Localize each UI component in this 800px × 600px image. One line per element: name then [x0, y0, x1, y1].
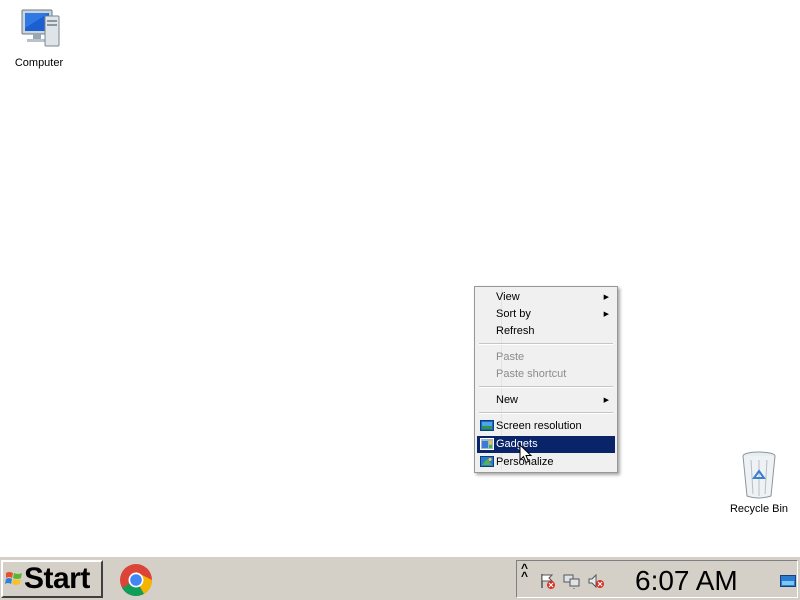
- recycle-bin-icon: [742, 451, 776, 499]
- mouse-cursor-icon: [519, 444, 533, 464]
- menu-item-personalize[interactable]: Personalize: [477, 454, 615, 471]
- menu-item-screen-resolution[interactable]: Screen resolution: [477, 418, 615, 435]
- desktop-context-menu: View ▶ Sort by ▶ Refresh Paste Paste sho…: [474, 286, 618, 473]
- menu-separator: [479, 343, 613, 345]
- menu-item-paste[interactable]: Paste: [477, 349, 615, 366]
- gadgets-icon: [480, 438, 494, 450]
- start-button[interactable]: Start: [1, 560, 103, 598]
- menu-item-label: Screen resolution: [496, 420, 582, 432]
- menu-item-label: Paste: [496, 351, 525, 363]
- desktop-icon-label: Recycle Bin: [729, 503, 789, 515]
- submenu-arrow-icon: ▶: [603, 294, 609, 301]
- menu-item-label: Paste shortcut: [496, 368, 567, 380]
- menu-item-label: Sort by: [496, 308, 531, 320]
- menu-item-label: View: [496, 291, 520, 303]
- submenu-arrow-icon: ▶: [603, 311, 609, 318]
- start-label: Start: [24, 562, 90, 595]
- desktop-icon-computer[interactable]: Computer: [4, 8, 74, 69]
- personalize-icon: [480, 456, 494, 467]
- volume-icon[interactable]: [587, 572, 605, 590]
- windows-logo-icon: [5, 572, 22, 585]
- menu-item-gadgets[interactable]: Gadgets: [477, 436, 615, 453]
- system-tray: ^ ^ 6:07 AM: [516, 560, 798, 598]
- menu-item-label: Refresh: [496, 325, 535, 337]
- menu-item-view[interactable]: View ▶: [477, 289, 615, 306]
- screen-resolution-icon: [480, 420, 494, 431]
- menu-item-label: New: [496, 394, 519, 406]
- desktop-icon-recycle-bin[interactable]: Recycle Bin: [724, 450, 794, 515]
- menu-item-new[interactable]: New ▶: [477, 392, 615, 409]
- taskbar-clock[interactable]: 6:07 AM: [635, 565, 738, 597]
- menu-item-sort-by[interactable]: Sort by ▶: [477, 306, 615, 323]
- desktop-icon-label: Computer: [14, 57, 64, 69]
- show-hidden-icons-icon[interactable]: ^ ^: [521, 562, 528, 582]
- menu-item-refresh[interactable]: Refresh: [477, 323, 615, 340]
- computer-icon: [21, 9, 60, 47]
- chrome-icon[interactable]: [118, 562, 154, 598]
- show-desktop-icon[interactable]: [780, 575, 796, 587]
- flag-icon[interactable]: [539, 572, 557, 590]
- menu-item-paste-shortcut[interactable]: Paste shortcut: [477, 366, 615, 383]
- network-icon[interactable]: [563, 572, 581, 590]
- menu-separator: [479, 386, 613, 388]
- taskbar: Start ^ ^ 6:07 AM: [0, 556, 800, 600]
- menu-separator: [479, 412, 613, 414]
- submenu-arrow-icon: ▶: [603, 397, 609, 404]
